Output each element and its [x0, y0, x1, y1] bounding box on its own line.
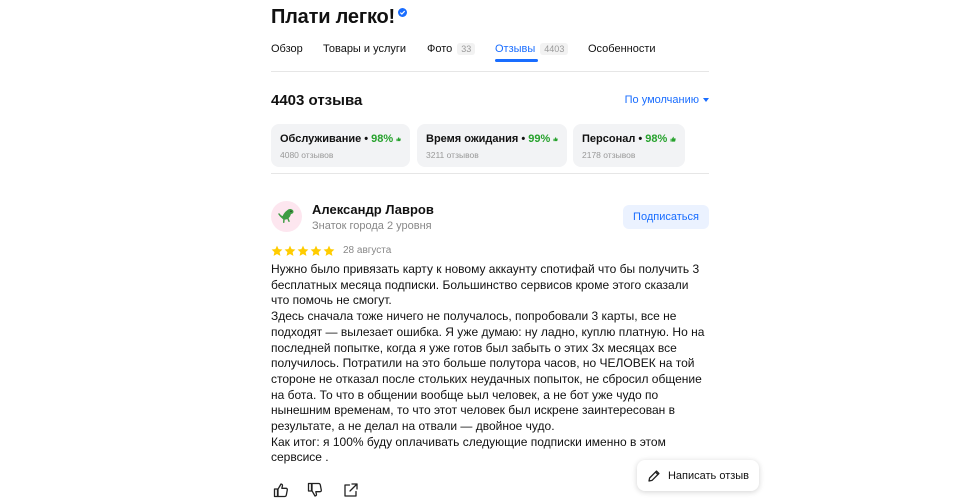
aspect-count: 4080 отзывов	[280, 150, 334, 160]
aspect-percent: 99%	[528, 133, 551, 145]
thumbs-up-icon	[553, 137, 558, 142]
aspect-label: Персонал	[582, 133, 636, 145]
review-author-level: Знаток города 2 уровня	[312, 220, 432, 232]
aspect-label: Обслуживание	[280, 133, 362, 145]
aspect-label: Время ожидания	[426, 133, 519, 145]
review-date: 28 августа	[343, 245, 392, 256]
aspect-card-wait-time[interactable]: Время ожидания • 99% 3211 отзывов	[417, 124, 567, 167]
chevron-down-icon	[703, 98, 709, 102]
aspect-count: 3211 отзывов	[426, 150, 479, 160]
tab-features[interactable]: Особенности	[588, 42, 656, 56]
rating-stars	[271, 245, 336, 257]
aspect-percent: 98%	[645, 133, 668, 145]
aspect-count: 2178 отзывов	[582, 150, 636, 160]
review-author-name[interactable]: Александр Лавров	[312, 202, 434, 217]
reviews-count-title: 4403 отзыва	[271, 92, 363, 109]
dislike-icon[interactable]	[307, 482, 323, 498]
write-review-button[interactable]: Написать отзыв	[637, 460, 759, 491]
avatar[interactable]	[271, 201, 302, 232]
tab-label: Отзывы	[495, 43, 536, 55]
tab-label: Обзор	[271, 43, 303, 55]
tab-label: Товары и услуги	[323, 43, 407, 55]
star-icon	[323, 245, 335, 256]
tab-photos[interactable]: Фото 33	[427, 42, 476, 56]
tab-count: 4403	[540, 43, 569, 55]
star-icon	[310, 245, 322, 256]
tab-label: Особенности	[588, 43, 656, 55]
write-review-label: Написать отзыв	[667, 469, 750, 482]
star-icon	[271, 245, 283, 256]
aspect-percent: 98%	[371, 133, 394, 145]
sort-label: По умолчанию	[624, 94, 699, 106]
aspect-card-service[interactable]: Обслуживание • 98% 4080 отзывов	[271, 124, 410, 167]
section-divider	[271, 173, 709, 174]
tab-label: Фото	[427, 43, 453, 55]
tab-count: 33	[457, 43, 476, 55]
subscribe-button[interactable]: Подписаться	[623, 205, 709, 229]
thumbs-up-icon	[396, 137, 401, 142]
pencil-icon	[648, 469, 660, 482]
title-row: Плати легко!	[271, 6, 407, 28]
like-icon[interactable]	[273, 482, 289, 498]
review-paragraph: Здесь сначала тоже ничего не получалось,…	[271, 309, 705, 434]
verified-badge-icon	[397, 8, 407, 17]
tab-overview[interactable]: Обзор	[271, 42, 303, 56]
dinosaur-avatar-icon	[277, 208, 293, 223]
reviews-panel: Плати легко! Обзор Товары и услуги Фото …	[271, 0, 709, 500]
tabs-divider	[271, 71, 709, 72]
sort-dropdown[interactable]: По умолчанию	[625, 94, 709, 106]
thumbs-up-icon	[670, 136, 676, 142]
page-title: Плати легко!	[271, 6, 395, 28]
tab-goods[interactable]: Товары и услуги	[323, 42, 406, 56]
aspect-card-staff[interactable]: Персонал • 98% 2178 отзывов	[573, 124, 685, 167]
active-tab-indicator	[495, 59, 538, 62]
review-paragraph: Нужно было привязать карту к новому акка…	[271, 262, 700, 308]
tabs: Обзор Товары и услуги Фото 33 Отзывы 440…	[271, 42, 709, 72]
star-icon	[297, 245, 309, 256]
tab-reviews[interactable]: Отзывы 4403	[495, 42, 569, 56]
review-text: Нужно было привязать карту к новому акка…	[271, 262, 709, 466]
share-icon[interactable]	[343, 482, 359, 498]
star-icon	[284, 245, 296, 256]
